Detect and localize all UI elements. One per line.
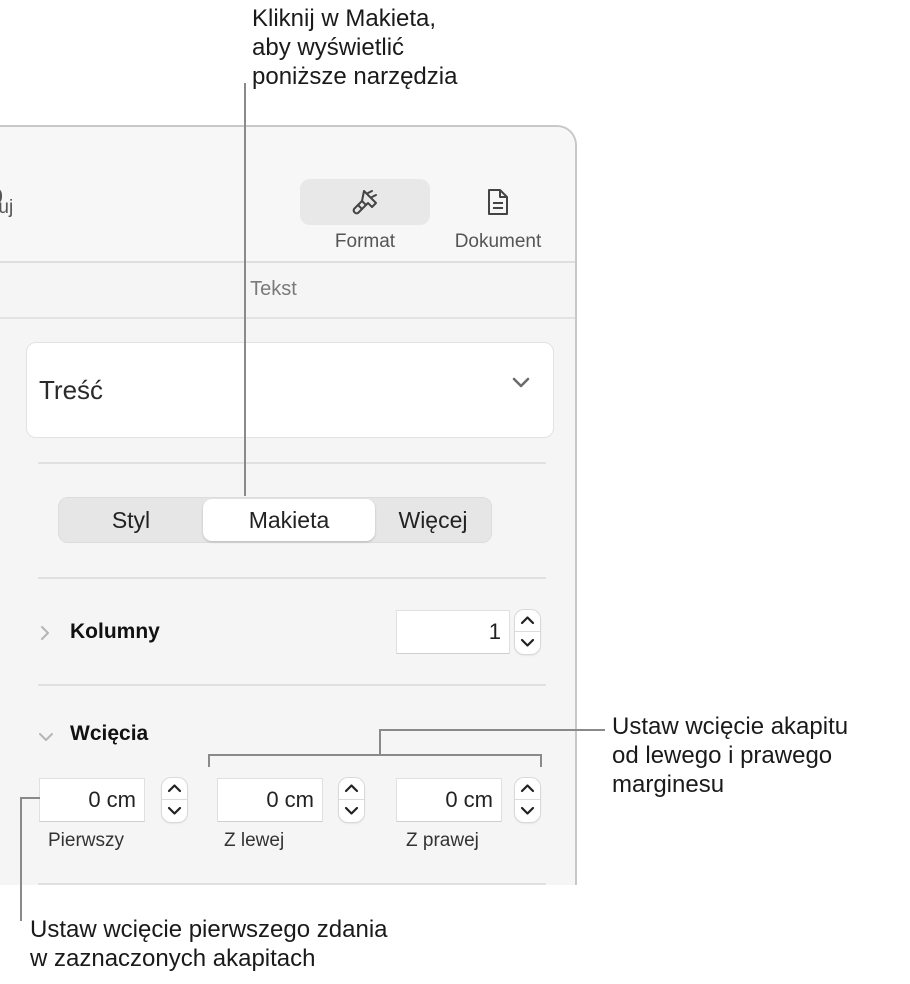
first-line-indent-stepper[interactable] bbox=[162, 778, 187, 822]
left-indent-stepper[interactable] bbox=[339, 778, 364, 822]
chevron-down-icon[interactable] bbox=[520, 638, 535, 648]
format-button-label: Format bbox=[334, 231, 396, 252]
inspector-tabs: Styl Makieta Więcej bbox=[58, 497, 492, 543]
callout-bracket-stem bbox=[379, 729, 381, 755]
chevron-right-icon[interactable] bbox=[40, 625, 50, 641]
document-button[interactable]: Dokument bbox=[438, 179, 558, 253]
right-indent-label: Z prawej bbox=[406, 830, 479, 851]
left-indent-label: Z lewej bbox=[224, 830, 285, 851]
section-header: Tekst bbox=[0, 261, 575, 319]
paintbrush-icon bbox=[352, 190, 377, 215]
chevron-up-icon[interactable] bbox=[520, 783, 535, 793]
paragraph-style-popup[interactable]: Treść bbox=[26, 342, 554, 438]
indents-label[interactable]: Wcięcia bbox=[70, 722, 148, 746]
right-indent-stepper[interactable] bbox=[515, 778, 540, 822]
chevron-down-icon bbox=[512, 377, 530, 388]
format-button[interactable]: Format bbox=[298, 179, 432, 253]
left-indent-field[interactable]: 0 cm bbox=[217, 778, 323, 822]
divider bbox=[38, 684, 546, 686]
tab-wiecej[interactable]: Więcej bbox=[375, 498, 491, 542]
callout-line-right bbox=[379, 729, 605, 731]
first-line-indent-field[interactable]: 0 cm bbox=[39, 778, 145, 822]
callout-first-line-indent: Ustaw wcięcie pierwszego zdania w zaznac… bbox=[30, 916, 388, 972]
document-button-label: Dokument bbox=[454, 231, 542, 252]
callout-line-bottom bbox=[20, 797, 22, 921]
chevron-down-icon[interactable] bbox=[520, 806, 535, 816]
divider bbox=[38, 883, 546, 885]
tab-makieta[interactable]: Makieta bbox=[203, 499, 375, 541]
tab-styl[interactable]: Styl bbox=[59, 498, 203, 542]
document-icon bbox=[488, 189, 508, 215]
callout-bracket-left bbox=[208, 754, 210, 767]
format-inspector-panel: racuj Format Dokument bbox=[0, 125, 577, 885]
paragraph-style-value: Treść bbox=[39, 375, 104, 405]
divider bbox=[38, 577, 546, 579]
divider bbox=[38, 462, 546, 464]
callout-bracket bbox=[208, 754, 542, 756]
chevron-down-icon[interactable] bbox=[167, 806, 182, 816]
columns-field[interactable]: 1 bbox=[396, 610, 510, 654]
callout-line-top bbox=[244, 83, 246, 496]
callout-layout-tab: Kliknij w Makieta, aby wyświetlić poniżs… bbox=[252, 5, 458, 90]
callout-left-right-indent: Ustaw wcięcie akapitu od lewego i praweg… bbox=[612, 713, 849, 798]
columns-stepper[interactable] bbox=[515, 610, 540, 654]
chevron-up-icon[interactable] bbox=[167, 783, 182, 793]
first-line-indent-label: Pierwszy bbox=[48, 830, 125, 851]
inspector-toolbar: racuj Format Dokument bbox=[0, 127, 575, 263]
chevron-down-icon[interactable] bbox=[38, 732, 54, 742]
chevron-down-icon[interactable] bbox=[344, 806, 359, 816]
chevron-up-icon[interactable] bbox=[520, 615, 535, 625]
callout-bracket-right bbox=[540, 754, 542, 767]
chevron-up-icon[interactable] bbox=[344, 783, 359, 793]
right-indent-field[interactable]: 0 cm bbox=[396, 778, 502, 822]
callout-line-bottom-tick bbox=[20, 797, 40, 799]
columns-label[interactable]: Kolumny bbox=[70, 620, 160, 644]
toolbar-left-fragment-label[interactable]: racuj bbox=[0, 197, 13, 219]
